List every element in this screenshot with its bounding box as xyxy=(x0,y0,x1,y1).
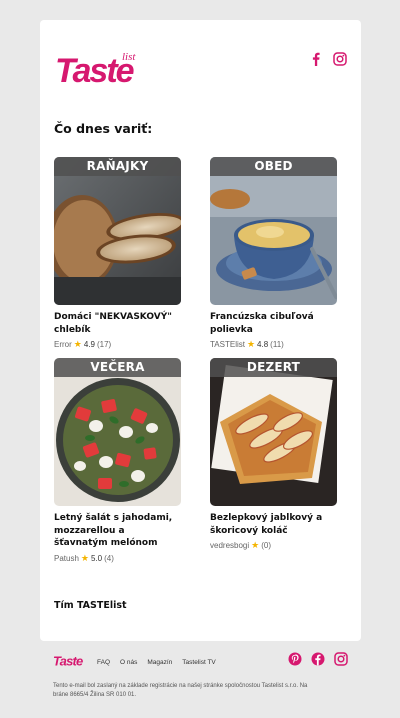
category-label: RAŇAJKY xyxy=(54,157,181,176)
category-label: DEZERT xyxy=(210,358,337,377)
recipe-rating: 5.0 xyxy=(90,553,103,563)
footer-link-tv[interactable]: Tastelist TV xyxy=(182,659,215,666)
instagram-icon[interactable] xyxy=(334,652,348,666)
recipe-image[interactable]: OBED xyxy=(210,157,337,305)
recipe-meta: Patush ★ 5.0 (4) xyxy=(54,553,181,564)
recipe-title[interactable]: Francúzska cibuľová polievka xyxy=(210,311,337,336)
recipe-card-breakfast[interactable]: RAŇAJKY Domáci "NEKVASKOVÝ" chlebík Erro… xyxy=(54,157,181,350)
recipe-title[interactable]: Letný šalát s jahodami, mozzarellou a šť… xyxy=(54,512,181,550)
facebook-icon[interactable] xyxy=(309,52,323,66)
recipe-author: vedresbogi xyxy=(210,541,250,550)
recipe-rating-count: (11) xyxy=(270,340,284,349)
footer-nav: FAQ O nás Magazín Tastelist TV xyxy=(97,659,216,666)
recipe-author: TASTElist xyxy=(210,340,245,349)
star-icon: ★ xyxy=(246,339,256,349)
category-label: OBED xyxy=(210,157,337,176)
recipe-image[interactable]: RAŇAJKY xyxy=(54,157,181,305)
instagram-icon[interactable] xyxy=(333,52,347,66)
recipe-title[interactable]: Domáci "NEKVASKOVÝ" chlebík xyxy=(54,311,181,336)
recipe-meta: vedresbogi ★ (0) xyxy=(210,540,337,551)
header-social xyxy=(309,52,347,66)
footer-link-faq[interactable]: FAQ xyxy=(97,659,110,666)
footer-logo-text: Taste xyxy=(53,654,83,669)
recipe-rating-count: (0) xyxy=(261,541,271,550)
recipe-card-dessert[interactable]: DEZERT Bezlepkový jablkový a škoricový k… xyxy=(210,358,337,551)
pinterest-icon[interactable] xyxy=(288,652,302,666)
page-title: Čo dnes variť: xyxy=(54,121,153,136)
logo-small-text: list xyxy=(122,51,136,63)
category-label: VEČERA xyxy=(54,358,181,377)
recipe-meta: TASTElist ★ 4.8 (11) xyxy=(210,339,337,350)
star-icon: ★ xyxy=(251,540,260,550)
recipe-rating-count: (17) xyxy=(96,340,112,349)
signature: Tím TASTElist xyxy=(54,600,127,611)
recipe-rating: 4.9 xyxy=(83,340,95,349)
star-icon: ★ xyxy=(73,339,82,349)
tastelist-logo[interactable]: Taste list xyxy=(54,48,148,88)
footer-link-about[interactable]: O nás xyxy=(120,659,137,666)
recipe-image[interactable]: VEČERA xyxy=(54,358,181,506)
recipe-rating-count: (4) xyxy=(104,553,114,563)
recipe-title[interactable]: Bezlepkový jablkový a škoricový koláč xyxy=(210,512,337,537)
footer-link-magazine[interactable]: Magazín xyxy=(147,659,172,666)
recipe-author: Patush xyxy=(54,553,79,563)
facebook-icon[interactable] xyxy=(311,652,325,666)
recipe-meta: Error ★ 4.9 (17) xyxy=(54,339,181,350)
footer-social xyxy=(288,652,348,666)
recipe-card-dinner[interactable]: VEČERA Letný šalát s jahodami, mozzarell… xyxy=(54,358,181,564)
recipe-image[interactable]: DEZERT xyxy=(210,358,337,506)
recipe-card-lunch[interactable]: OBED Francúzska cibuľová polievka TASTEl… xyxy=(210,157,337,350)
star-icon: ★ xyxy=(80,552,89,563)
recipe-rating: 4.8 xyxy=(257,340,269,349)
footer-logo[interactable]: Taste xyxy=(53,652,87,669)
legal-text: Tento e-mail bol zaslaný na základe regi… xyxy=(53,683,308,698)
email-card: Taste list Čo dnes variť: RAŇAJKY Domáci… xyxy=(40,20,361,641)
recipe-author: Error xyxy=(54,340,72,349)
